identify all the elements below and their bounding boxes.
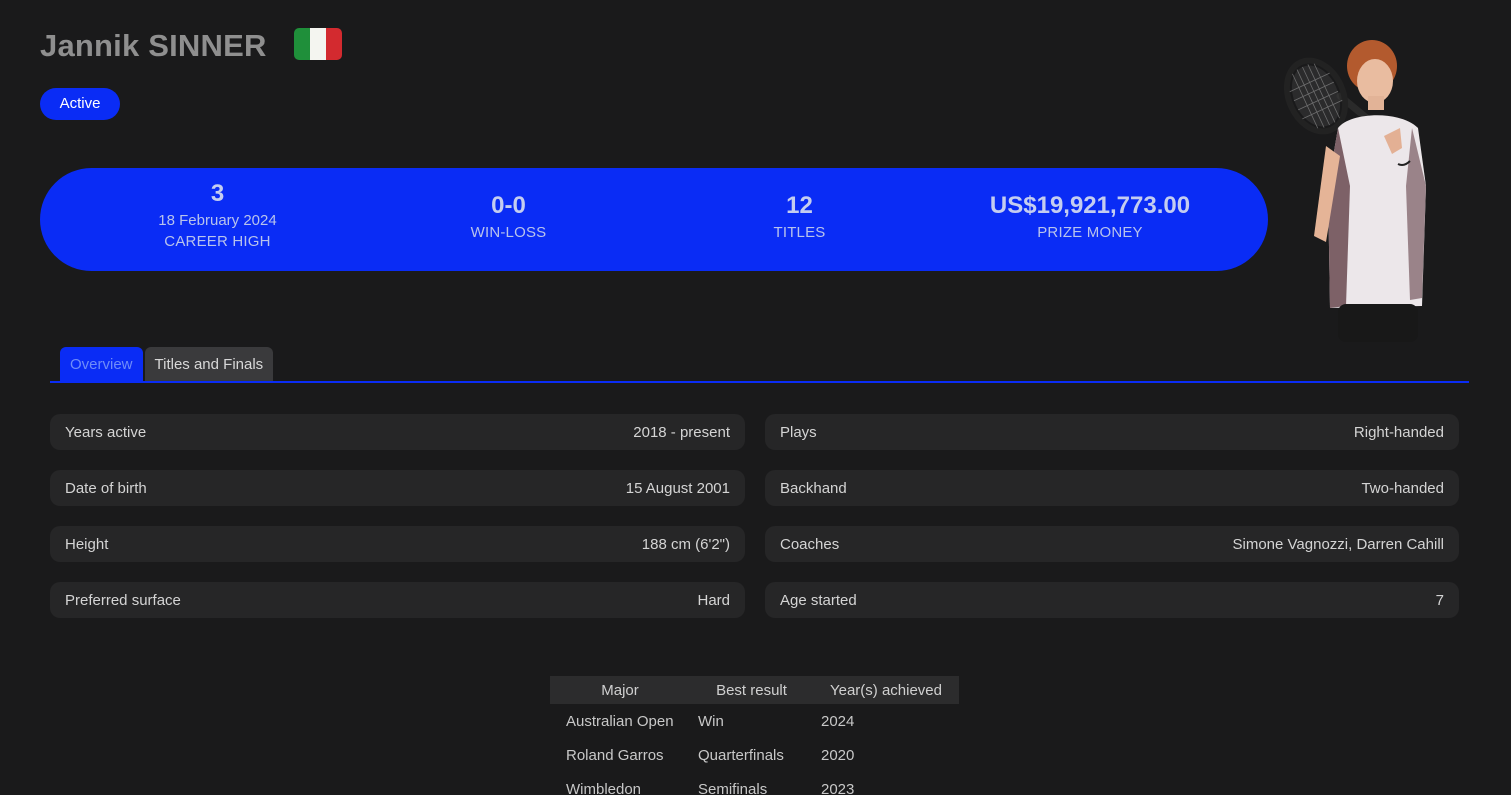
status-badge: Active	[40, 88, 120, 120]
player-profile-page: Jannik SINNER Active 3 18 February 2024 …	[0, 0, 1511, 795]
major-name: Australian Open	[566, 712, 674, 730]
column-header-best-result: Best result	[690, 676, 813, 704]
info-value: Two-handed	[1361, 479, 1444, 497]
best-result: Win	[698, 712, 724, 730]
table-header-row: Major Best result Year(s) achieved	[550, 676, 959, 704]
years-achieved: 2024	[821, 712, 855, 730]
info-height: Height 188 cm (6'2")	[50, 526, 745, 562]
stat-titles: 12 TITLES	[662, 168, 937, 271]
info-preferred-surface: Preferred surface Hard	[50, 582, 745, 618]
titles-value: 12	[786, 192, 813, 219]
ranking-label: CAREER HIGH	[164, 233, 271, 250]
info-age-started: Age started 7	[765, 582, 1459, 618]
majors-table: Major Best result Year(s) achieved Austr…	[550, 676, 959, 795]
info-label: Preferred surface	[65, 591, 181, 609]
info-label: Coaches	[780, 535, 840, 553]
major-name: Roland Garros	[566, 746, 664, 764]
column-header-major: Major	[550, 676, 690, 704]
info-date-of-birth: Date of birth 15 August 2001	[50, 470, 745, 506]
prize-money-value: US$19,921,773.00	[989, 192, 1191, 219]
info-value: Right-handed	[1353, 423, 1444, 441]
years-achieved: 2023	[821, 780, 855, 795]
tab-overview[interactable]: Overview	[60, 347, 143, 382]
info-plays: Plays Right-handed	[765, 414, 1459, 450]
win-loss-label: WIN-LOSS	[470, 224, 547, 241]
info-label: Backhand	[780, 479, 847, 497]
win-loss-value: 0-0	[491, 192, 526, 219]
major-name: Wimbledon	[566, 780, 642, 795]
info-value: 188 cm (6'2")	[641, 535, 730, 553]
info-value: 2018 - present	[633, 423, 730, 441]
table-row: Australian Open Win 2024	[550, 704, 959, 738]
best-result: Quarterfinals	[698, 746, 784, 764]
best-result: Semifinals	[698, 780, 768, 795]
stat-prize-money: US$19,921,773.00 PRIZE MONEY	[950, 168, 1230, 271]
ranking-value: 3	[210, 180, 225, 207]
stat-win-loss: 0-0 WIN-LOSS	[370, 168, 647, 271]
ranking-date: 18 February 2024	[158, 212, 277, 229]
stat-career-high: 3 18 February 2024 CAREER HIGH	[80, 168, 355, 271]
years-achieved: 2020	[821, 746, 855, 764]
player-photo	[1283, 40, 1426, 342]
info-value: Simone Vagnozzi, Darren Cahill	[1232, 535, 1445, 553]
titles-label: TITLES	[773, 224, 826, 241]
info-label: Date of birth	[65, 479, 147, 497]
info-label: Years active	[65, 423, 147, 441]
italy-flag-icon	[294, 28, 342, 60]
stats-bar: 3 18 February 2024 CAREER HIGH 0-0 WIN-L…	[40, 168, 1268, 271]
column-header-years: Year(s) achieved	[813, 676, 959, 704]
info-backhand: Backhand Two-handed	[765, 470, 1459, 506]
info-years-active: Years active 2018 - present	[50, 414, 745, 450]
table-row: Roland Garros Quarterfinals 2020	[550, 738, 959, 772]
info-label: Plays	[780, 423, 817, 441]
tab-underline	[50, 381, 1469, 383]
tab-titles-and-finals[interactable]: Titles and Finals	[144, 347, 274, 382]
info-label: Age started	[780, 591, 857, 609]
info-value: 7	[1435, 591, 1444, 609]
player-name: Jannik SINNER	[40, 28, 267, 63]
info-value: Hard	[697, 591, 730, 609]
tab-bar: Overview Titles and Finals	[60, 347, 275, 382]
prize-money-label: PRIZE MONEY	[1037, 224, 1143, 241]
info-coaches: Coaches Simone Vagnozzi, Darren Cahill	[765, 526, 1459, 562]
table-row: Wimbledon Semifinals 2023	[550, 772, 959, 795]
info-value: 15 August 2001	[625, 479, 730, 497]
info-label: Height	[65, 535, 109, 553]
